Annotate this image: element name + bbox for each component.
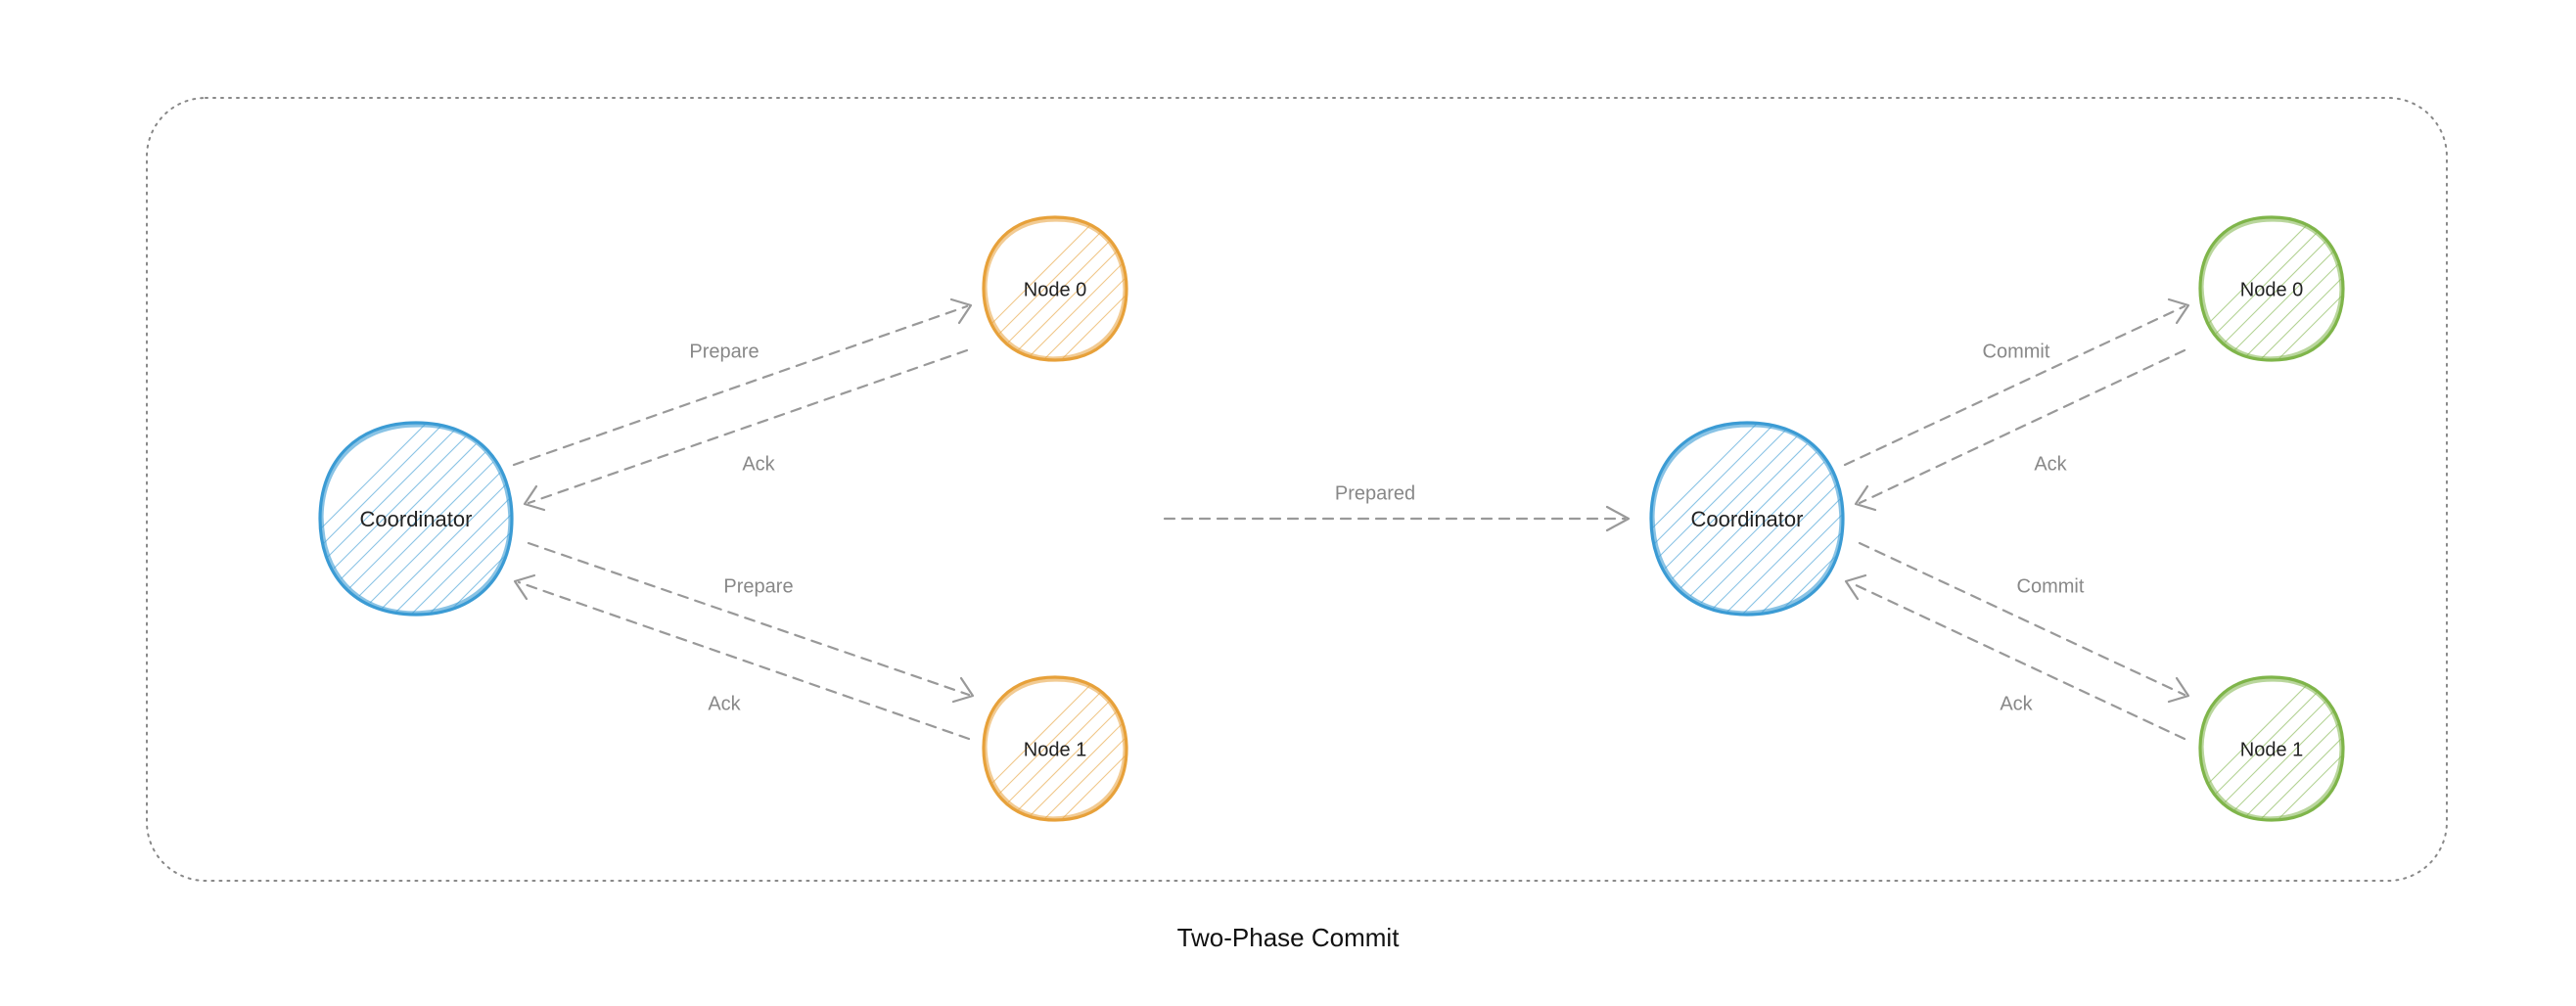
phase1-coordinator-label: Coordinator	[360, 507, 473, 531]
phase1-coordinator: Coordinator	[270, 325, 595, 720]
phase2-node-1-label: Node 1	[2240, 739, 2304, 760]
phase1-prepare-label-n1: Prepare	[723, 575, 793, 597]
phase1-arrow-prepare-n1: Prepare	[529, 543, 973, 702]
phase2-arrow-commit-n1: Commit	[1860, 543, 2188, 702]
phase1-arrow-ack-n1: Ack	[515, 575, 969, 739]
phase2-ack-label-n0: Ack	[2034, 453, 2067, 475]
phase2-node-1: Node 1	[2174, 632, 2395, 889]
phase1-node-1: Node 1	[957, 632, 1178, 889]
two-phase-commit-diagram: Coordinator Node 0	[0, 0, 2576, 1006]
diagram-title: Two-Phase Commit	[1177, 923, 1401, 952]
phase1-node-0-label: Node 0	[1024, 279, 1087, 300]
phase2-ack-label-n1: Ack	[2000, 693, 2033, 714]
transition-arrow: Prepared	[1165, 482, 1629, 530]
phase1-node-1-label: Node 1	[1024, 739, 1087, 760]
phase1-ack-label-n1: Ack	[708, 693, 741, 714]
transition-label: Prepared	[1335, 482, 1415, 504]
phase2-arrow-ack-n0: Ack	[1856, 350, 2185, 510]
phase1-arrow-prepare-n0: Prepare	[514, 299, 971, 465]
phase1-arrow-ack-n0: Ack	[525, 350, 967, 510]
phase1-ack-label-n0: Ack	[742, 453, 775, 475]
phase2-arrow-ack-n1: Ack	[1846, 575, 2185, 739]
phase2-commit-label-n1: Commit	[2017, 575, 2085, 597]
diagram-frame	[147, 98, 2447, 881]
phase2-coordinator: Coordinator	[1601, 325, 1926, 720]
phase2-node-0-label: Node 0	[2240, 279, 2304, 300]
phase2-node-0: Node 0	[2174, 172, 2395, 429]
phase2-arrow-commit-n0: Commit	[1845, 299, 2188, 465]
phase1-node-0: Node 0	[957, 172, 1178, 429]
phase1-prepare-label-n0: Prepare	[689, 341, 759, 362]
phase2-commit-label-n0: Commit	[1983, 341, 2050, 362]
phase2-coordinator-label: Coordinator	[1691, 507, 1804, 531]
